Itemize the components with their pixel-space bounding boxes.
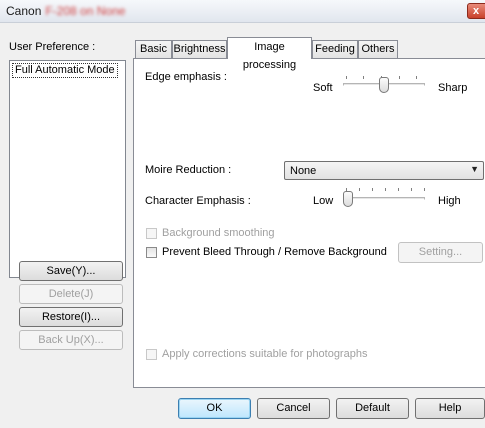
ok-button[interactable]: OK [178,398,251,419]
list-item[interactable]: Full Automatic Mode [12,63,118,78]
edge-sharp-label: Sharp [438,82,468,94]
cancel-button[interactable]: Cancel [257,398,330,419]
char-low-label: Low [313,195,334,207]
moire-reduction-label: Moire Reduction : [145,164,232,176]
photo-corrections-label: Apply corrections suitable for photograp… [162,348,368,360]
setting-button[interactable]: Setting... [398,242,483,263]
close-button[interactable]: x [467,3,485,19]
edge-emphasis-label: Edge emphasis : [145,71,227,83]
background-smoothing-checkbox[interactable] [146,228,157,239]
moire-reduction-value: None [290,165,317,177]
delete-button[interactable]: Delete(J) [19,284,123,304]
tab-brightness[interactable]: Brightness [172,40,227,58]
char-high-label: High [438,195,461,207]
image-processing-panel [133,58,485,388]
tab-others[interactable]: Others [358,40,398,58]
save-button[interactable]: Save(Y)... [19,261,123,281]
tab-feeding[interactable]: Feeding [312,40,358,58]
photo-corrections-checkbox[interactable] [146,349,157,360]
user-preference-label: User Preference : [9,41,96,53]
chevron-down-icon: ▼ [470,164,479,174]
backup-button[interactable]: Back Up(X)... [19,330,123,350]
background-smoothing-label: Background smoothing [162,227,275,239]
window-title: Canon F-208 on None [6,4,126,18]
tab-image-processing[interactable]: Image processing [227,37,312,71]
char-slider-track [343,197,425,200]
prevent-bleed-label: Prevent Bleed Through / Remove Backgroun… [162,246,387,258]
character-emphasis-label: Character Emphasis : [145,195,251,207]
title-bar: Canon F-208 on None x [0,0,485,23]
dialog-body: User Preference : Full Automatic Mode Sa… [0,23,485,428]
default-button[interactable]: Default [336,398,409,419]
edge-slider-thumb[interactable] [379,77,389,93]
restore-button[interactable]: Restore(I)... [19,307,123,327]
user-preference-list[interactable]: Full Automatic Mode [9,60,126,278]
moire-reduction-select[interactable]: None ▼ [284,161,484,180]
char-slider-thumb[interactable] [343,191,353,207]
edge-soft-label: Soft [313,82,333,94]
prevent-bleed-checkbox[interactable] [146,247,157,258]
window-title-model: F-208 on None [45,4,126,18]
tab-basic[interactable]: Basic [135,40,172,58]
help-button[interactable]: Help [415,398,485,419]
